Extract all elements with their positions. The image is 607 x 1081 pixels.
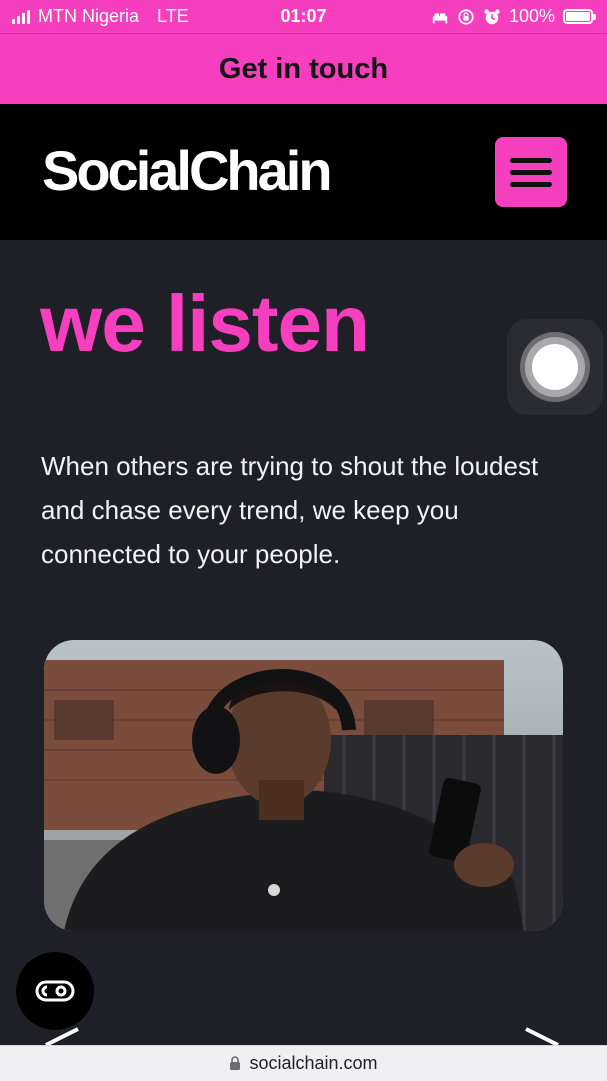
battery-percent: 100% (508, 6, 555, 26)
intro-paragraph: When others are trying to shout the loud… (41, 451, 539, 569)
url-text: socialchain.com (249, 1053, 378, 1073)
signal-icon (12, 9, 30, 24)
carrier-name: MTN Nigeria (38, 6, 140, 26)
rotation-lock-icon (458, 8, 474, 25)
status-bar: MTN Nigeria LTE 01:07 100% (0, 0, 607, 33)
assistive-touch-icon (520, 332, 590, 402)
bed-icon (432, 12, 448, 23)
site-logo[interactable]: SocialChain (42, 138, 333, 203)
status-right: 100% (431, 0, 596, 33)
assistive-touch-button[interactable] (507, 319, 603, 415)
battery-fill (566, 12, 590, 21)
hero-photo (44, 640, 563, 931)
person-with-headphones-image (44, 640, 563, 931)
alarm-icon (484, 8, 500, 24)
hamburger-menu-icon (510, 157, 552, 163)
battery-icon (563, 9, 596, 24)
network-type: LTE (157, 6, 189, 26)
hamburger-menu-icon-line (510, 169, 552, 175)
browser-address-bar[interactable]: socialchain.com (0, 1045, 607, 1081)
status-left: MTN Nigeria LTE (12, 0, 189, 33)
closed-captions-button[interactable] (16, 952, 94, 1030)
closed-captions-icon (35, 980, 75, 1002)
page-heading: we listen (40, 279, 370, 368)
hamburger-menu-icon-line (510, 181, 552, 187)
menu-button[interactable] (495, 137, 567, 207)
lock-icon (230, 1056, 241, 1070)
get-in-touch-link[interactable]: Get in touch (0, 33, 607, 105)
